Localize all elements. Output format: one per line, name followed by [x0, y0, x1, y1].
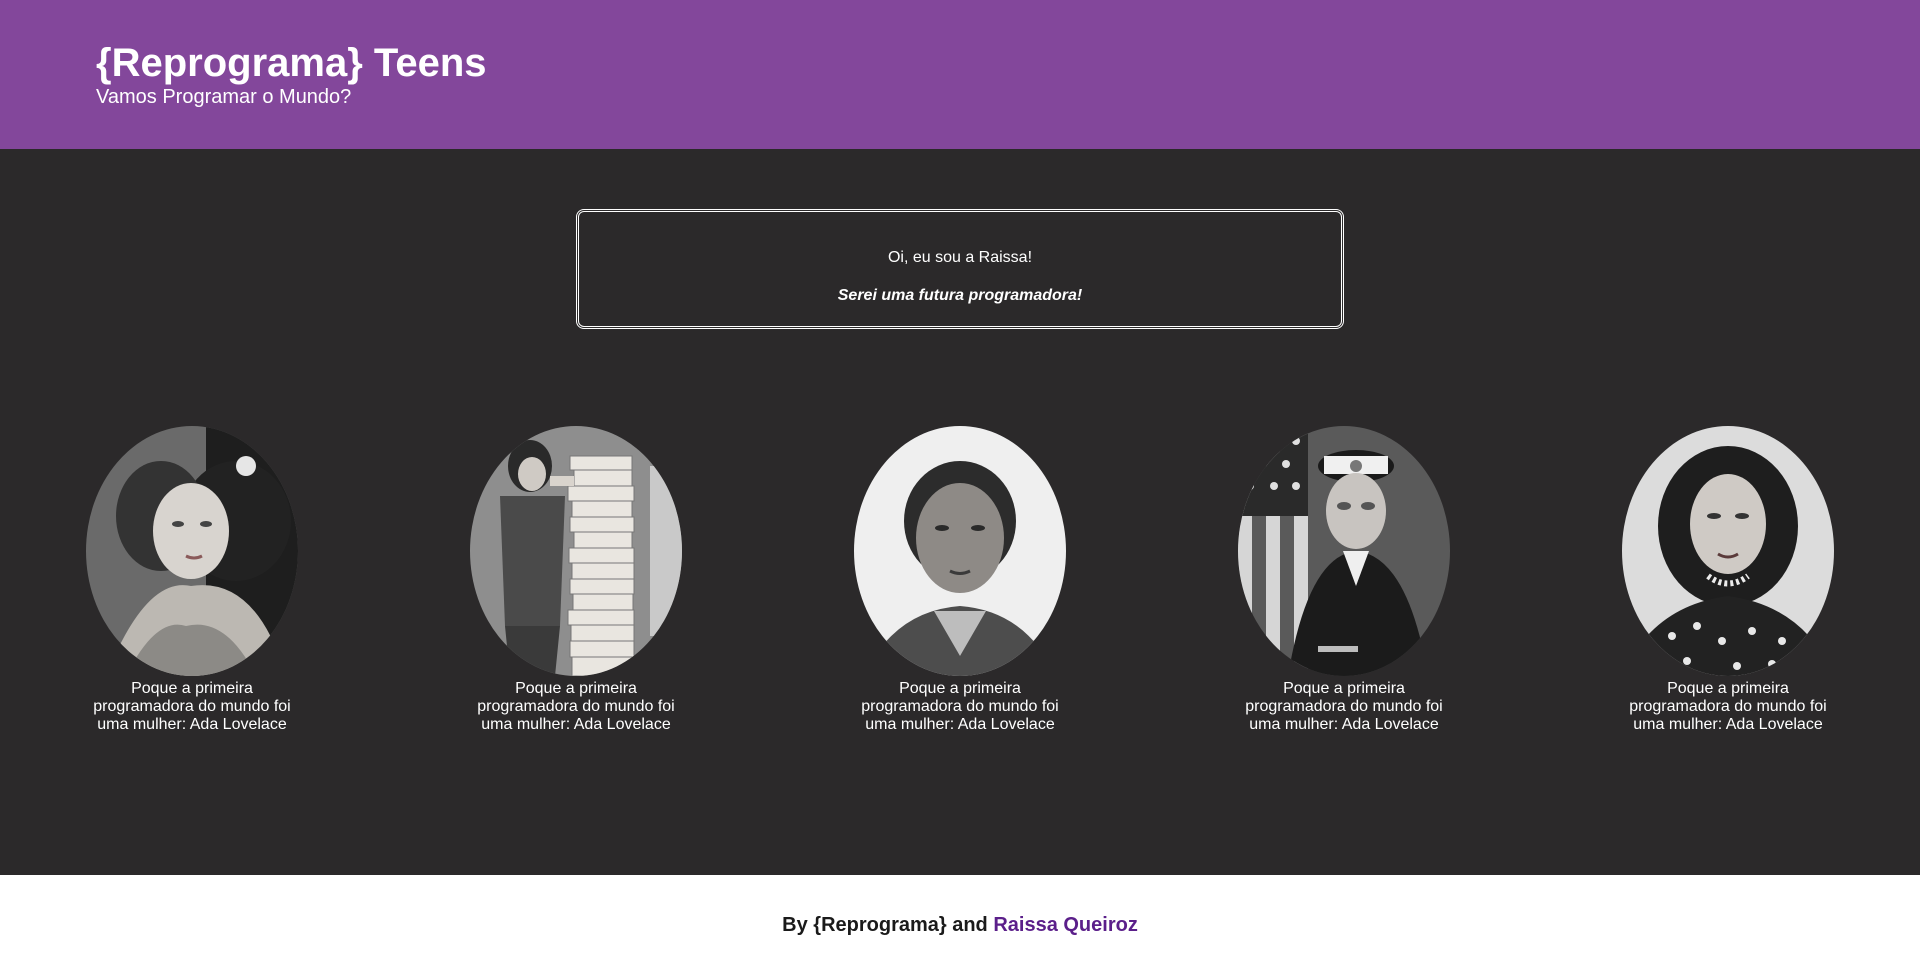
grace-hopper-portrait: [1238, 426, 1450, 676]
gallery-card: Poque a primeira programadora do mundo f…: [1238, 426, 1450, 734]
gallery-card: Poque a primeira programadora do mundo f…: [1622, 426, 1834, 734]
intro-greeting: Oi, eu sou a Raissa!: [887, 249, 1033, 266]
card-caption: Poque a primeira programadora do mundo f…: [861, 680, 1059, 733]
card-caption: Poque a primeira programadora do mundo f…: [93, 680, 291, 733]
ada-lovelace-portrait: [86, 426, 298, 676]
gallery-card: Poque a primeira programadora do mundo f…: [854, 426, 1066, 734]
main-content: Oi, eu sou a Raissa! Serei uma futura pr…: [0, 149, 1920, 875]
site-header: {Reprograma} Teens Vamos Programar o Mun…: [0, 0, 1920, 149]
site-title: {Reprograma} Teens: [96, 41, 487, 85]
card-caption: Poque a primeira programadora do mundo f…: [1245, 680, 1443, 733]
site-footer: By {Reprograma} and Raissa Queiroz: [0, 875, 1920, 977]
card-caption: Poque a primeira programadora do mundo f…: [1629, 680, 1827, 733]
gallery-card: Poque a primeira programadora do mundo f…: [86, 426, 298, 734]
author-link[interactable]: Raissa Queiroz: [993, 914, 1138, 936]
hedy-lamarr-portrait: [1622, 426, 1834, 676]
portrait-gallery: Poque a primeira programadora do mundo f…: [0, 426, 1920, 746]
site-subtitle: Vamos Programar o Mundo?: [96, 86, 352, 108]
card-caption: Poque a primeira programadora do mundo f…: [477, 680, 675, 733]
intro-box: Oi, eu sou a Raissa! Serei uma futura pr…: [576, 209, 1344, 329]
gallery-card: Poque a primeira programadora do mundo f…: [470, 426, 682, 734]
margaret-hamilton-portrait: [470, 426, 682, 676]
footer-credits: By {Reprograma} and Raissa Queiroz: [0, 913, 1920, 937]
dorothy-vaughan-portrait: [854, 426, 1066, 676]
footer-prefix: By {Reprograma} and: [782, 914, 994, 936]
intro-goal: Serei uma futura programadora!: [837, 287, 1083, 304]
